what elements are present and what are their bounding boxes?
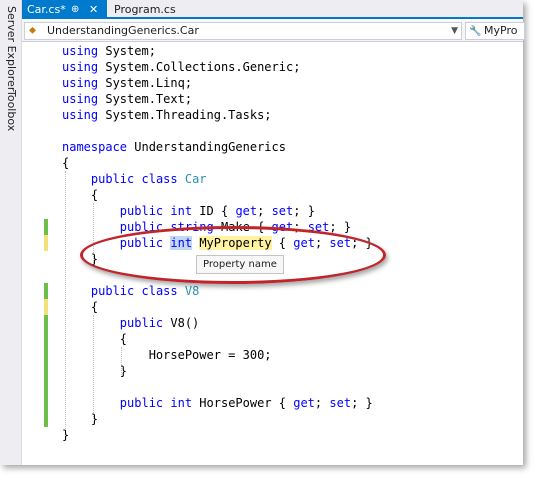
code-token: { (62, 188, 99, 202)
code-line[interactable]: using System.Linq; (62, 75, 192, 91)
code-token: public (90, 284, 135, 298)
code-line[interactable]: using System; (62, 43, 156, 59)
code-token: using (62, 92, 99, 106)
tab-car-cs[interactable]: Car.cs* ⊕ ✕ (22, 0, 107, 19)
code-token: namespace (62, 140, 128, 154)
side-tool-strip: Server Explorer Toolbox (0, 0, 22, 465)
code-token: public (119, 396, 164, 410)
code-line[interactable]: using System.Threading.Tasks; (62, 107, 272, 123)
wrench-icon: 🔧 (469, 26, 482, 37)
code-token: public (90, 172, 135, 186)
highlight-ellipse (80, 226, 386, 284)
code-line[interactable]: public class Car (62, 171, 207, 187)
code-line[interactable]: } (62, 411, 98, 427)
code-token: { (62, 332, 128, 346)
code-line[interactable]: } (62, 363, 127, 379)
code-token: ; } (293, 204, 315, 218)
code-token: get (293, 396, 315, 410)
code-token: using (62, 108, 99, 122)
code-token: } (62, 412, 99, 426)
document-tab-bar: Car.cs* ⊕ ✕ Program.cs (22, 0, 523, 19)
code-token: } (62, 364, 128, 378)
code-token: System; (98, 44, 156, 58)
code-token: public (119, 316, 164, 330)
code-token: set (329, 396, 352, 410)
tab-label: Car.cs* (27, 3, 66, 16)
toolbox-tab[interactable]: Toolbox (2, 90, 20, 131)
navigation-bar: ⬥ UnderstandingGenerics.Car ▼ 🔧 MyPro (22, 21, 525, 42)
saved-change-marker (44, 219, 48, 235)
unsaved-change-marker (44, 299, 48, 315)
code-token: using (62, 60, 99, 74)
code-token: ; } (351, 396, 373, 410)
code-token: HorsePower = 300; (62, 348, 272, 362)
code-line[interactable]: public class V8 (62, 283, 199, 299)
member-dropdown[interactable]: 🔧 MyPro (465, 22, 525, 40)
code-token: ID { (192, 204, 236, 218)
code-token: Car (184, 172, 207, 186)
code-line[interactable]: { (62, 155, 69, 171)
code-token: class (141, 172, 178, 186)
code-token: ; } (329, 220, 352, 234)
code-line[interactable]: } (62, 427, 69, 443)
code-token: class (141, 284, 178, 298)
code-token: { (62, 156, 70, 170)
code-line[interactable]: using System.Collections.Generic; (62, 59, 300, 75)
code-token: set (271, 204, 294, 218)
code-token: get (235, 204, 258, 218)
code-token: HorsePower { (192, 396, 294, 410)
class-icon: ⬥ (29, 25, 36, 36)
server-explorer-tab[interactable]: Server Explorer (2, 6, 20, 91)
code-token: } (62, 428, 70, 442)
code-line[interactable]: using System.Text; (62, 91, 192, 107)
code-token: System.Threading.Tasks; (98, 108, 272, 122)
code-line[interactable]: { (62, 299, 98, 315)
chevron-down-icon: ▼ (451, 26, 458, 36)
code-token: V8() (163, 316, 200, 330)
code-line[interactable]: public V8() (62, 315, 199, 331)
code-line[interactable]: { (62, 331, 127, 347)
code-token: System.Text; (98, 92, 193, 106)
tab-label: Program.cs (114, 3, 176, 16)
tab-program-cs[interactable]: Program.cs (109, 0, 179, 19)
type-scope-dropdown[interactable]: ⬥ UnderstandingGenerics.Car ▼ (24, 22, 462, 40)
code-line[interactable]: public int HorsePower { get; set; } (62, 395, 373, 411)
type-scope-label: UnderstandingGenerics.Car (47, 24, 199, 37)
code-line[interactable]: HorsePower = 300; (62, 347, 272, 363)
code-token: V8 (184, 284, 200, 298)
code-token: using (62, 44, 99, 58)
unsaved-change-marker (44, 235, 48, 251)
close-icon[interactable]: ✕ (89, 0, 98, 19)
code-token: System.Collections.Generic; (98, 60, 301, 74)
saved-change-marker (44, 283, 48, 299)
code-token: public (119, 204, 164, 218)
code-token: int (170, 396, 193, 410)
code-token: UnderstandingGenerics (127, 140, 286, 154)
code-token: ; (314, 396, 330, 410)
code-token: System.Linq; (98, 76, 193, 90)
pin-icon[interactable]: ⊕ (71, 0, 79, 19)
code-token: using (62, 76, 99, 90)
code-token: { (62, 300, 99, 314)
member-label: MyPro (484, 24, 518, 37)
saved-change-marker (44, 315, 48, 427)
code-line[interactable]: { (62, 187, 98, 203)
code-line[interactable]: namespace UnderstandingGenerics (62, 139, 286, 155)
code-token: int (170, 204, 193, 218)
code-line[interactable]: public int ID { get; set; } (62, 203, 315, 219)
editor-window: Server Explorer Toolbox Car.cs* ⊕ ✕ Prog… (0, 0, 525, 465)
code-token: ; (257, 204, 272, 218)
